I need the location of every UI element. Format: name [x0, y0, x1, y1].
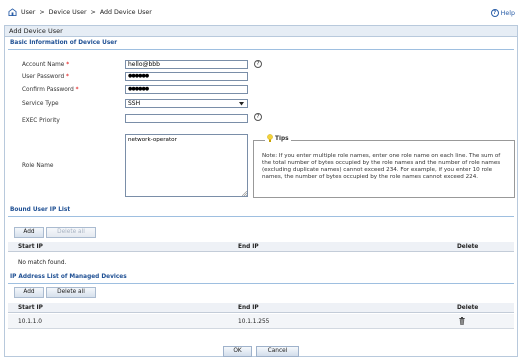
account-name-input[interactable]: hello@bbb	[125, 60, 248, 69]
ok-button[interactable]: OK	[223, 346, 252, 357]
cancel-button[interactable]: Cancel	[256, 346, 299, 357]
breadcrumb: User > Device User > Add Device User	[8, 8, 152, 16]
lightbulb-icon	[267, 134, 273, 142]
home-icon	[8, 8, 17, 16]
managed-table-header	[8, 303, 514, 313]
section-basic-info-title: Basic Information of Device User	[10, 40, 118, 46]
section-divider	[8, 283, 514, 284]
breadcrumb-item-device-user[interactable]: Device User	[49, 9, 87, 16]
service-type-value: SSH	[128, 100, 141, 107]
breadcrumb-item-user[interactable]: User	[21, 9, 35, 16]
bound-ip-table-header	[8, 242, 514, 252]
exec-priority-input[interactable]	[125, 114, 248, 123]
section-divider	[8, 216, 514, 217]
breadcrumb-separator: >	[90, 8, 96, 16]
resize-grip-icon[interactable]	[242, 191, 247, 196]
row-end-ip: 10.1.1.255	[238, 319, 270, 325]
info-icon[interactable]: ?	[254, 113, 262, 121]
role-name-textarea[interactable]: network-operator	[125, 134, 248, 197]
col-delete: Delete	[457, 244, 479, 250]
exec-priority-label: EXEC Priority	[22, 118, 60, 124]
section-bound-ip-title: Bound User IP List	[10, 207, 71, 213]
bound-ip-delete-all-button: Delete all	[46, 227, 96, 238]
row-start-ip: 10.1.1.0	[18, 319, 42, 325]
tips-text: Note: If you enter multiple role names, …	[262, 153, 501, 180]
col-start-ip: Start IP	[18, 305, 43, 311]
service-type-select[interactable]: SSH	[125, 99, 248, 108]
col-delete: Delete	[457, 305, 479, 311]
help-icon: ?	[490, 9, 499, 17]
info-icon[interactable]: ?	[254, 60, 262, 68]
section-managed-devices-title: IP Address List of Managed Devices	[10, 274, 127, 280]
panel-title: Add Device User	[4, 25, 518, 37]
section-divider	[8, 49, 514, 50]
managed-add-button[interactable]: Add	[14, 287, 44, 298]
user-password-label: User Password *	[22, 74, 69, 80]
service-type-label: Service Type	[22, 101, 59, 107]
breadcrumb-item-add-device-user: Add Device User	[99, 8, 152, 16]
user-password-input[interactable]: ●●●●●●	[125, 72, 248, 81]
breadcrumb-separator: >	[39, 8, 45, 16]
managed-delete-all-button[interactable]: Delete all	[46, 287, 96, 298]
confirm-password-input[interactable]: ●●●●●●	[125, 85, 248, 94]
col-end-ip: End IP	[238, 305, 259, 311]
col-start-ip: Start IP	[18, 244, 43, 250]
confirm-password-label: Confirm Password *	[22, 87, 79, 93]
tips-title: Tips	[265, 134, 291, 143]
trash-icon[interactable]	[459, 317, 465, 325]
col-end-ip: End IP	[238, 244, 259, 250]
help-link[interactable]: ? Help	[490, 9, 515, 17]
role-name-label: Role Name	[22, 163, 54, 169]
chevron-down-icon	[239, 102, 244, 106]
bound-ip-add-button[interactable]: Add	[14, 227, 44, 238]
bound-ip-empty-message: No match found.	[18, 260, 67, 266]
help-label: Help	[500, 9, 515, 17]
account-name-label: Account Name *	[22, 62, 70, 68]
